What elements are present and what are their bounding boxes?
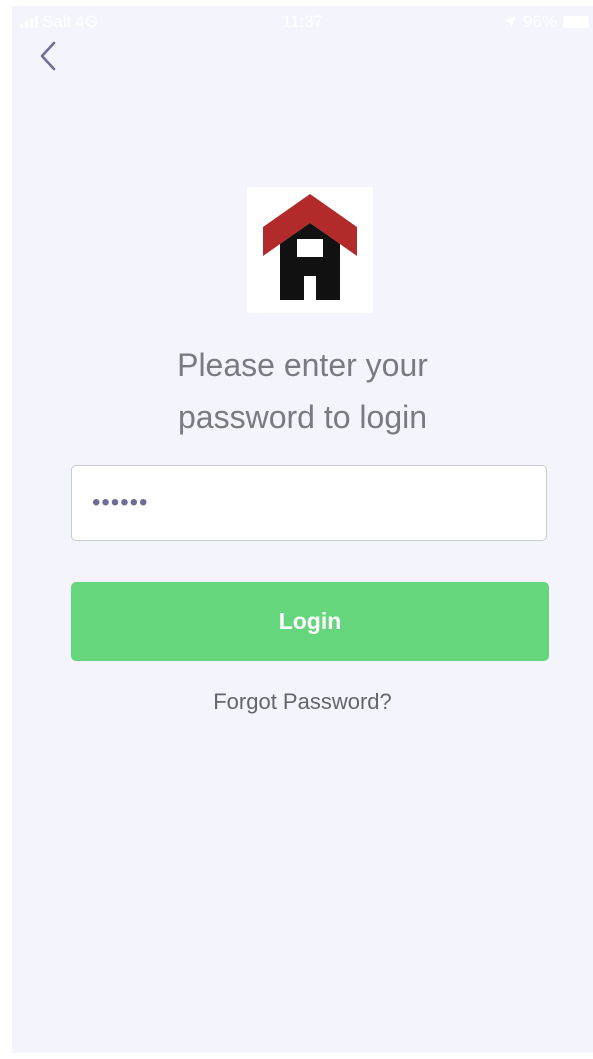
battery-percent: 96% [522, 12, 557, 31]
login-button[interactable]: Login [71, 582, 549, 661]
chevron-left-icon [40, 41, 56, 71]
password-value: •••••• [92, 489, 149, 516]
house-h-logo-icon [263, 194, 357, 300]
login-prompt: Please enter your password to login [12, 339, 593, 443]
login-screen: Salt 4G 11:37 96% Please enter your pass… [12, 6, 593, 1053]
prompt-line-1: Please enter your [177, 347, 428, 383]
back-button[interactable] [28, 34, 68, 78]
password-input[interactable]: •••••• [71, 465, 547, 541]
status-bar: Salt 4G 11:37 96% [12, 6, 593, 38]
app-logo [247, 187, 373, 313]
battery-icon [563, 16, 589, 28]
status-right: 96% [503, 12, 589, 32]
prompt-line-2: password to login [177, 399, 428, 435]
location-arrow-icon [503, 16, 516, 28]
forgot-password-link[interactable]: Forgot Password? [12, 689, 593, 715]
